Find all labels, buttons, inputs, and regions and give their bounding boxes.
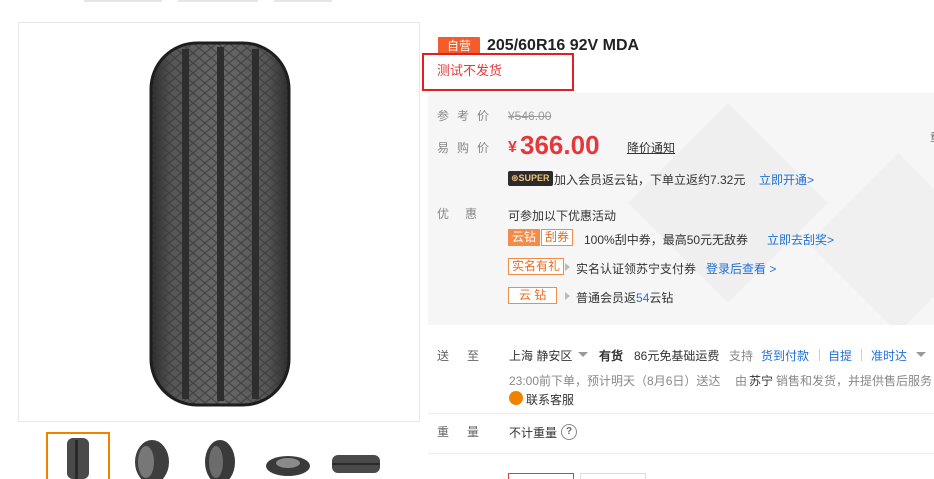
top-tab-1[interactable] [84, 0, 162, 2]
promo-arrow-icon-2 [565, 292, 570, 300]
scratch-now-link[interactable]: 立即去刮奖> [767, 231, 834, 248]
super-member-badge: ⊕SUPER [508, 171, 553, 186]
login-view-link[interactable]: 登录后查看 > [706, 260, 776, 277]
delivery-timing: 23:00前下单，预计明天（8月6日）送达 [509, 374, 721, 388]
help-icon[interactable]: ? [561, 424, 577, 440]
option-divider-2 [861, 349, 862, 361]
realname-gift-tag: 实名有礼 [508, 258, 565, 275]
member-return-text: 普通会员返54云钻 [576, 289, 673, 306]
chevron-down-icon[interactable] [578, 352, 588, 357]
thumbnail-3[interactable] [190, 432, 254, 479]
sale-price-value: 366.00 [520, 130, 600, 160]
super-badge-text: SUPER [518, 173, 550, 183]
currency-symbol: ¥ [508, 139, 517, 156]
tire-flat-thumb [266, 456, 310, 476]
seller-suffix: 销售和发货，并提供售后服务 [776, 374, 933, 388]
main-product-image[interactable] [18, 22, 420, 422]
top-tab-3[interactable] [274, 0, 332, 2]
promotion-intro: 可参加以下优惠活动 [508, 209, 617, 223]
member-promo-text: 加入会员返云钻，下单立返约7.32元 [554, 173, 746, 187]
thumbnail-5[interactable] [324, 432, 388, 479]
price-panel: 参考价 ¥546.00 易购价 ¥ 366.00 降价通知 重 ⊕SUPER 加… [428, 93, 934, 325]
promo-arrow-icon [565, 263, 570, 271]
stock-status: 有货 [599, 349, 624, 363]
right-edge-mark: 重 [930, 129, 934, 145]
seller-name[interactable]: 苏宁 [749, 372, 773, 389]
weight-label: 重量 [437, 425, 498, 439]
top-tab-2[interactable] [178, 0, 258, 2]
pickup-option[interactable]: 自提 [828, 347, 852, 364]
support-label: 支持 [729, 349, 754, 363]
customer-service-icon [509, 391, 523, 405]
tire-angle-thumb [135, 440, 169, 479]
cod-option[interactable]: 货到付款 [761, 347, 809, 364]
tire-tread-thumb [332, 455, 380, 473]
seller-prefix: 由 [735, 374, 748, 388]
section-divider [428, 413, 934, 414]
tire-image [149, 41, 291, 407]
variant-option[interactable] [580, 473, 646, 479]
product-note: 测试不发货 [437, 63, 503, 78]
thumbnail-strip [46, 432, 386, 479]
promotion-label: 优惠 [437, 207, 494, 221]
tire-side-thumb [205, 440, 235, 479]
chevron-down-icon-2[interactable] [916, 352, 926, 357]
price-notify-link[interactable]: 降价通知 [627, 139, 675, 156]
scratch-promo-text: 100%刮中券，最高50元无敌券 [584, 233, 749, 247]
thumbnail-1[interactable] [46, 432, 110, 479]
shipping-info: 86元免基础运费 [634, 349, 720, 363]
ref-price-label: 参考价 [437, 109, 498, 123]
delivery-label: 送至 [437, 349, 498, 363]
yunzuan-tag: 云钻 [508, 229, 541, 246]
realname-promo-text: 实名认证领苏宁支付券 [576, 262, 697, 276]
weight-value: 不计重量 [509, 426, 558, 440]
tire-front-thumb [67, 438, 89, 479]
option-divider-1 [819, 349, 820, 361]
yunzuan-return-tag: 云 钻 [508, 287, 558, 304]
ref-price-value: ¥546.00 [508, 109, 552, 123]
sale-price-label: 易购价 [437, 141, 498, 155]
contact-service-link[interactable]: 联系客服 [526, 391, 574, 408]
thumbnail-2[interactable] [118, 432, 182, 479]
delivery-location[interactable]: 上海 静安区 [509, 347, 572, 364]
return-amount: 54 [636, 291, 650, 305]
thumbnail-4[interactable] [256, 432, 320, 479]
scratch-tag: 刮券 [541, 229, 574, 246]
watermark-diamond [628, 103, 934, 325]
open-membership-link[interactable]: 立即开通> [759, 171, 814, 188]
ontime-option[interactable]: 准时达 [871, 347, 907, 364]
return-suffix: 云钻 [649, 291, 674, 305]
variant-option-selected[interactable] [508, 473, 574, 479]
return-prefix: 普通会员返 [576, 291, 637, 305]
section-divider-2 [428, 453, 934, 454]
